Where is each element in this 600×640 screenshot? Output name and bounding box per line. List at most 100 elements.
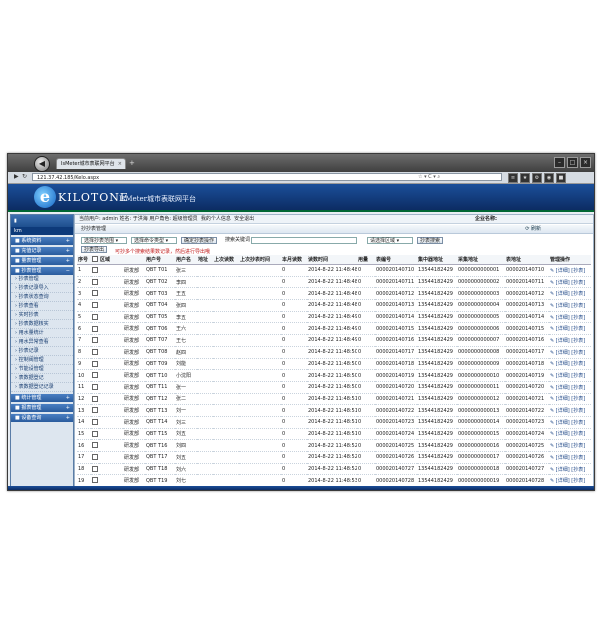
logout-link[interactable]: 安全退出 [234,216,254,222]
sidebar-item-9[interactable]: › 控制阀管理 [11,356,73,365]
row-checkbox[interactable] [92,325,98,332]
sidebar-item-0[interactable]: › 抄表管理 [11,275,73,284]
toolbar-icon-4[interactable]: ◉ [544,173,554,183]
toolbar-icon-5[interactable]: ■ [556,173,566,183]
table-row[interactable]: 16 研发部 QBT T16 刘四 0 2014-8-22 11:48:52 0 000020… [77,439,591,452]
row-actions[interactable]: ✎ [详细] [抄表] [550,350,585,356]
row-actions[interactable]: ✎ [详细] [抄表] [550,280,585,286]
table-row[interactable]: 14 研发部 QBT T14 刘三 0 2014-8-22 11:48:51 0 000020… [77,416,591,429]
new-tab-button[interactable]: + [129,159,135,167]
table-row[interactable]: 1 研发部 QBT T01 张三 0 2014-8-22 11:48:48 0 0000201… [77,264,591,277]
expand-icon[interactable]: + [66,247,70,255]
row-actions[interactable]: ✎ [详细] [抄表] [550,467,585,473]
row-checkbox[interactable] [92,419,98,426]
row-checkbox[interactable] [92,348,98,355]
table-row[interactable]: 17 研发部 QBT T17 刘五 0 2014-8-22 11:48:52 0 000020… [77,451,591,464]
region-select[interactable]: 请选择区域 ▾ [367,237,413,244]
sidebar-item-5[interactable]: › 抄表数据核实 [11,320,73,329]
export-button[interactable]: 抄表导出 [81,246,108,253]
table-row[interactable]: 18 研发部 QBT T18 刘六 0 2014-8-22 11:48:52 0 000020… [77,463,591,476]
table-row[interactable]: 5 研发部 QBT T05 李五 0 2014-8-22 11:48:49 0 0000201… [77,311,591,324]
row-actions[interactable]: ✎ [详细] [抄表] [550,326,585,332]
expand-icon[interactable]: + [66,394,70,402]
row-actions[interactable]: ✎ [详细] [抄表] [550,373,585,379]
row-checkbox[interactable] [92,465,98,472]
column-header[interactable] [91,255,99,265]
table-row[interactable]: 3 研发部 QBT T03 王五 0 2014-8-22 11:48:48 0 0000201… [77,287,591,301]
row-checkbox[interactable] [92,454,98,461]
table-row[interactable]: 7 研发部 QBT T07 王七 0 2014-8-22 11:48:49 0 0000201… [77,334,591,347]
confirm-button[interactable]: 确定抄表操作 [181,237,218,244]
sidebar-item-4[interactable]: › 实时抄表 [11,311,73,320]
row-checkbox[interactable] [92,477,98,484]
table-row[interactable]: 8 研发部 QBT T08 赵四 0 2014-8-22 11:48:50 0 0000201… [77,346,591,359]
row-actions[interactable]: ✎ [详细] [抄表] [550,443,585,449]
sidebar-group-3[interactable]: ■ 抄表管理 − [11,267,73,275]
sidebar-group-1[interactable]: ■ 充值记录 + [11,247,73,255]
sidebar-group-2[interactable]: ■ 量表管理 + [11,257,73,265]
row-actions[interactable]: ✎ [详细] [抄表] [550,490,585,491]
reload-icon[interactable]: ↻ [22,173,27,180]
row-actions[interactable]: ✎ [详细] [抄表] [550,315,585,321]
row-actions[interactable]: ✎ [详细] [抄表] [550,431,585,437]
table-row[interactable]: 11 研发部 QBT T11 张一 0 2014-8-22 11:48:50 0 000020… [77,381,591,394]
table-row[interactable]: 6 研发部 QBT T06 王六 0 2014-8-22 11:48:49 0 0000201… [77,322,591,336]
row-actions[interactable]: ✎ [详细] [抄表] [550,291,585,297]
sidebar-item-3[interactable]: › 抄表查看 [11,302,73,311]
row-checkbox[interactable] [92,278,98,285]
row-checkbox[interactable] [92,372,98,379]
sidebar-bottom-group-0[interactable]: ■ 统计管理 + [11,394,73,402]
table-row[interactable]: 19 研发部 QBT T19 刘七 0 2014-8-22 11:48:53 0 000020… [77,474,591,488]
my-info-link[interactable]: 我的个人信息 [201,216,231,222]
row-actions[interactable]: ✎ [详细] [抄表] [550,420,585,426]
sidebar-item-12[interactable]: › 表数据登记记录 [11,383,73,392]
row-actions[interactable]: ✎ [详细] [抄表] [550,396,585,402]
table-row[interactable]: 15 研发部 QBT T15 刘五 0 2014-8-22 11:48:51 0 000020… [77,428,591,441]
sidebar-item-7[interactable]: › 用水异常查看 [11,338,73,347]
row-checkbox[interactable] [92,360,98,367]
back-icon[interactable]: ◀ [34,156,50,172]
row-checkbox[interactable] [92,430,98,437]
area-select[interactable]: 选择抄表范围 ▾ [81,237,127,244]
row-checkbox[interactable] [92,302,98,309]
close-window-icon[interactable]: × [580,157,591,168]
table-row[interactable]: 10 研发部 QBT T10 小沈阳 0 2014-8-22 11:48:50 0 00002… [77,369,591,382]
expand-icon[interactable]: + [66,414,70,422]
sidebar-item-11[interactable]: › 表数据登记 [11,374,73,383]
select-all-checkbox[interactable] [92,256,98,263]
sidebar-item-2[interactable]: › 抄表状态查询 [11,293,73,302]
sidebar-group-0[interactable]: ■ 系统资料 + [11,237,73,245]
search-button[interactable]: 抄表搜索 [417,237,444,244]
search-engine-icon[interactable]: ☆ ▾ C ▾ ⌕ [418,174,440,180]
row-actions[interactable]: ✎ [详细] [抄表] [550,268,585,274]
row-checkbox[interactable] [92,383,98,390]
minimize-icon[interactable]: – [554,157,565,168]
search-input[interactable] [251,237,357,244]
row-actions[interactable]: ✎ [详细] [抄表] [550,408,585,414]
table-row[interactable]: 13 研发部 QBT T13 刘一 0 2014-8-22 11:48:51 0 000020… [77,404,591,417]
sidebar-bottom-group-1[interactable]: ■ 报表管理 + [11,404,73,412]
expand-icon[interactable]: + [66,237,70,245]
row-actions[interactable]: ✎ [详细] [抄表] [550,478,585,484]
sidebar-bottom-group-2[interactable]: ■ 设备查询 + [11,414,73,422]
toolbar-icon-1[interactable]: ≡ [508,173,518,183]
sidebar-item-10[interactable]: › 节能设管理 [11,365,73,374]
row-actions[interactable]: ✎ [详细] [抄表] [550,338,585,344]
sidebar-item-1[interactable]: › 抄表记录导入 [11,284,73,293]
forward-icon[interactable]: ▶ [14,173,19,180]
sidebar-item-8[interactable]: › 抄表记录 [11,347,73,356]
expand-icon[interactable]: + [66,404,70,412]
expand-icon[interactable]: − [66,267,70,275]
toolbar-icon-3[interactable]: ⚙ [532,173,542,183]
table-row[interactable]: 12 研发部 QBT T12 张二 0 2014-8-22 11:48:51 0 000020… [77,393,591,406]
row-checkbox[interactable] [92,442,98,449]
row-actions[interactable]: ✎ [详细] [抄表] [550,303,585,309]
row-checkbox[interactable] [92,407,98,414]
sidebar-toggle[interactable]: ▮ [11,215,73,227]
maximize-icon[interactable]: □ [567,157,578,168]
table-row[interactable]: 2 研发部 QBT T02 李四 0 2014-8-22 11:48:48 0 0000201… [77,276,591,289]
close-icon[interactable]: × [118,159,122,170]
toolbar-icon-2[interactable]: ★ [520,173,530,183]
row-checkbox[interactable] [92,395,98,402]
row-actions[interactable]: ✎ [详细] [抄表] [550,455,585,461]
